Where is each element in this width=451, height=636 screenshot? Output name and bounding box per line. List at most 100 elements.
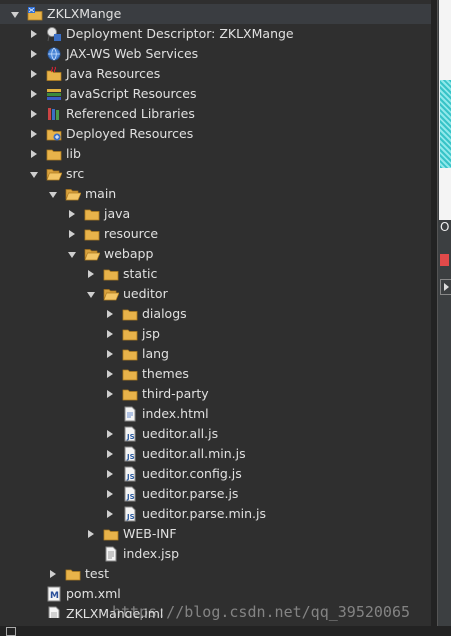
tree-item[interactable]: third-party xyxy=(0,384,431,404)
collapse-arrow-icon[interactable] xyxy=(47,184,59,204)
svg-text:JS: JS xyxy=(126,433,135,441)
folder-icon xyxy=(46,146,62,162)
tree-item[interactable]: index.html xyxy=(0,404,431,424)
expand-arrow-icon[interactable] xyxy=(66,204,78,224)
expand-arrow-icon[interactable] xyxy=(85,524,97,544)
svg-text:JS: JS xyxy=(126,453,135,461)
folder-icon xyxy=(122,366,138,382)
collapse-arrow-icon[interactable] xyxy=(85,284,97,304)
tree-item-label: lib xyxy=(66,146,81,161)
expand-arrow-icon[interactable] xyxy=(104,364,116,384)
tree-item-label: ueditor.config.js xyxy=(142,466,242,481)
tree-item[interactable]: Mpom.xml xyxy=(0,584,431,604)
tree-item-label: JavaScript Resources xyxy=(66,86,197,101)
folder-icon xyxy=(122,326,138,342)
tree-item[interactable]: themes xyxy=(0,364,431,384)
tree-item-label: WEB-INF xyxy=(123,526,177,541)
tree-item[interactable]: JS ueditor.parse.js xyxy=(0,484,431,504)
tree-item[interactable]: dialogs xyxy=(0,304,431,324)
tree-item-label: themes xyxy=(142,366,189,381)
watermark: https://blog.csdn.net/qq_39520065 xyxy=(112,603,411,621)
folder-icon xyxy=(65,566,81,582)
tree-item[interactable]: Deployment Descriptor: ZKLXMange xyxy=(0,24,431,44)
tree-item[interactable]: src xyxy=(0,164,431,184)
tree-item[interactable]: JAX-WS Web Services xyxy=(0,44,431,64)
js-file-icon: JS xyxy=(122,466,138,482)
tree-item-label: test xyxy=(85,566,110,581)
tree-item[interactable]: JS ueditor.all.min.js xyxy=(0,444,431,464)
expand-arrow-icon[interactable] xyxy=(66,224,78,244)
tree-item[interactable]: java xyxy=(0,204,431,224)
tree-item[interactable]: Deployed Resources xyxy=(0,124,431,144)
tree-item[interactable]: test xyxy=(0,564,431,584)
deployed-resources-icon xyxy=(46,126,62,142)
tree-item-label: jsp xyxy=(142,326,160,341)
bookmark-icon[interactable] xyxy=(440,254,449,266)
svg-text:JS: JS xyxy=(126,473,135,481)
side-panel: O xyxy=(437,0,451,636)
tree-item[interactable]: lang xyxy=(0,344,431,364)
html-file-icon xyxy=(122,406,138,422)
expand-arrow-icon[interactable] xyxy=(104,304,116,324)
expand-arrow-icon[interactable] xyxy=(104,344,116,364)
tree-item[interactable]: index.jsp xyxy=(0,544,431,564)
expand-arrow-icon[interactable] xyxy=(28,24,40,44)
window-icon[interactable] xyxy=(6,627,16,636)
tree-item[interactable]: jsp xyxy=(0,324,431,344)
open-folder-icon xyxy=(103,286,120,302)
tree-item-label: src xyxy=(66,166,85,181)
expand-arrow-icon[interactable] xyxy=(104,384,116,404)
tree-item-label: lang xyxy=(142,346,169,361)
folder-icon xyxy=(84,226,100,242)
expand-arrow-icon[interactable] xyxy=(28,44,40,64)
expand-arrow-icon[interactable] xyxy=(28,144,40,164)
expand-arrow-icon[interactable] xyxy=(28,104,40,124)
expand-arrow-icon[interactable] xyxy=(28,124,40,144)
tree-item[interactable]: main xyxy=(0,184,431,204)
tree-item[interactable]: JS ueditor.all.js xyxy=(0,424,431,444)
svg-text:JS: JS xyxy=(126,493,135,501)
tree-item[interactable]: ZKLXMange xyxy=(0,4,431,24)
collapse-arrow-icon[interactable] xyxy=(9,4,21,24)
referenced-libraries-icon xyxy=(46,106,62,122)
tree-item[interactable]: static xyxy=(0,264,431,284)
expand-arrow-icon[interactable] xyxy=(104,484,116,504)
expand-arrow-icon[interactable] xyxy=(104,424,116,444)
tree-item-label: third-party xyxy=(142,386,209,401)
project-icon xyxy=(27,6,43,22)
tree-item-label: ueditor.parse.min.js xyxy=(142,506,266,521)
javascript-resources-icon xyxy=(46,86,62,102)
tree-item-label: pom.xml xyxy=(66,586,121,601)
tree-item[interactable]: webapp xyxy=(0,244,431,264)
folder-icon xyxy=(103,266,119,282)
tree-item[interactable]: JS ueditor.config.js xyxy=(0,464,431,484)
side-panel-label[interactable]: O xyxy=(440,220,449,234)
expand-arrow-icon[interactable] xyxy=(28,64,40,84)
folder-icon xyxy=(103,526,119,542)
expand-arrow-icon[interactable] xyxy=(104,464,116,484)
expand-arrow-icon[interactable] xyxy=(47,564,59,584)
tree-item[interactable]: Java Resources xyxy=(0,64,431,84)
folder-icon xyxy=(122,386,138,402)
tree-item[interactable]: Referenced Libraries xyxy=(0,104,431,124)
tree-item-label: JAX-WS Web Services xyxy=(66,46,199,61)
tree-item[interactable]: JS ueditor.parse.min.js xyxy=(0,504,431,524)
java-resources-icon xyxy=(46,66,62,82)
tree-item-label: main xyxy=(85,186,117,201)
expand-arrow-icon[interactable] xyxy=(104,504,116,524)
collapse-arrow-icon[interactable] xyxy=(28,164,40,184)
tree-item[interactable]: WEB-INF xyxy=(0,524,431,544)
tree-item[interactable]: lib xyxy=(0,144,431,164)
tree-item[interactable]: resource xyxy=(0,224,431,244)
expand-arrow-icon[interactable] xyxy=(104,324,116,344)
expand-arrow-icon[interactable] xyxy=(104,444,116,464)
collapse-arrow-icon[interactable] xyxy=(66,244,78,264)
tree-item-label: Deployed Resources xyxy=(66,126,194,141)
expand-arrow-icon[interactable] xyxy=(28,84,40,104)
expand-arrow-icon[interactable] xyxy=(85,264,97,284)
tree-item[interactable]: JavaScript Resources xyxy=(0,84,431,104)
js-file-icon: JS xyxy=(122,426,138,442)
tree-item-label: resource xyxy=(104,226,159,241)
expand-icon[interactable] xyxy=(440,279,451,295)
tree-item[interactable]: ueditor xyxy=(0,284,431,304)
